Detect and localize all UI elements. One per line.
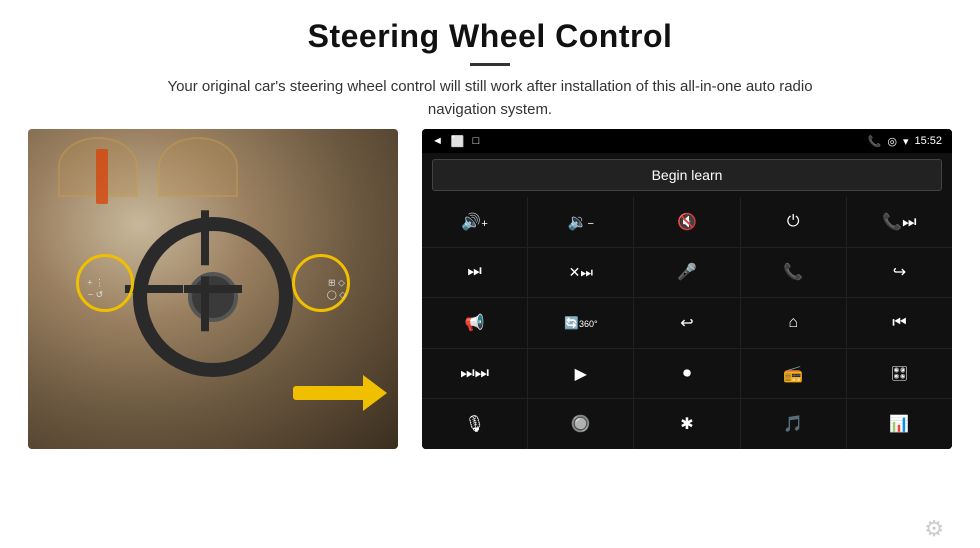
content-area: + ⋮ − ↺ ⊞ ◇ ◯ ◇ ◄ ⬜ □ (0, 129, 980, 548)
begin-learn-button[interactable]: Begin learn (432, 159, 942, 191)
title-divider (470, 63, 510, 66)
hangup-icon: ↪ (893, 262, 906, 282)
power-icon: ⏻ (787, 213, 800, 231)
call-icon: 📞 (783, 262, 803, 282)
home-icon: ⌂ (788, 314, 798, 332)
location-icon: ◎ (887, 135, 897, 148)
ctrl-call[interactable]: 📞 (741, 248, 846, 298)
spectrum-icon: 📊 (889, 414, 909, 434)
ctrl-bluetooth[interactable]: ✱ (634, 399, 739, 449)
settings-gear-icon[interactable]: ⚙ (924, 516, 944, 542)
vol-up-icon: 🔊+ (461, 212, 487, 232)
ctrl-vol-up[interactable]: 🔊+ (422, 197, 527, 247)
next-track-icon: ⏭ (467, 263, 481, 281)
mute-icon: 🔇 (677, 212, 697, 232)
ctrl-mode[interactable]: 🔘 (528, 399, 633, 449)
prev-track-icon: ⏮ (892, 314, 906, 332)
ctrl-hangup[interactable]: ↪ (847, 248, 952, 298)
highlight-left (76, 254, 134, 312)
wheel-hub (188, 272, 238, 322)
header-subtitle: Your original car's steering wheel contr… (140, 76, 840, 121)
back-icon: ↩ (680, 313, 693, 333)
mic-icon: 🎤 (677, 262, 697, 282)
phone-icon: 📞 (868, 135, 882, 148)
ctrl-next-track[interactable]: ⏭ (422, 248, 527, 298)
needle (96, 149, 108, 204)
gauge-right (158, 137, 238, 197)
yellow-arrow (293, 375, 387, 411)
clock: 15:52 (914, 135, 942, 147)
car-photo: + ⋮ − ↺ ⊞ ◇ ◯ ◇ (28, 129, 398, 449)
steering-wheel (133, 217, 293, 377)
ctrl-spectrum[interactable]: 📊 (847, 399, 952, 449)
ctrl-home[interactable]: ⌂ (741, 298, 846, 348)
ctrl-eq[interactable]: 🎛 (847, 349, 952, 399)
ctrl-skip[interactable]: ✕⏭ (528, 248, 633, 298)
music-icon: 🎵 (783, 414, 803, 434)
mode-icon: 🔘 (571, 414, 591, 434)
nav-buttons: ◄ ⬜ □ (432, 135, 479, 148)
mic2-icon: 🎙 (464, 414, 484, 434)
source-icon: ⏺ (683, 365, 691, 383)
skip-icon: ✕⏭ (569, 264, 593, 281)
phone-next-icon: 📞⏭ (882, 212, 916, 232)
head-unit-screen: ◄ ⬜ □ 📞 ◎ ▾ 15:52 Begin learn (422, 129, 952, 449)
ctrl-fast-fwd[interactable]: ⏭⏭ (422, 349, 527, 399)
right-buttons: ⊞ ◇ ◯ ◇ (327, 277, 347, 300)
begin-learn-row: Begin learn (422, 153, 952, 197)
ctrl-phone-next[interactable]: 📞⏭ (847, 197, 952, 247)
status-right: 📞 ◎ ▾ 15:52 (868, 135, 942, 148)
header-section: Steering Wheel Control Your original car… (0, 0, 980, 129)
eq-icon: 🎛 (891, 365, 909, 382)
radio-icon: 📻 (783, 364, 803, 384)
360-icon: 🔄360° (564, 316, 598, 330)
control-grid: 🔊+ 🔉− 🔇 ⏻ 📞⏭ ⏭ (422, 197, 952, 449)
back-nav-icon[interactable]: ◄ (432, 135, 443, 147)
status-bar: ◄ ⬜ □ 📞 ◎ ▾ 15:52 (422, 129, 952, 153)
ctrl-mute[interactable]: 🔇 (634, 197, 739, 247)
ctrl-vol-down[interactable]: 🔉− (528, 197, 633, 247)
vol-down-icon: 🔉− (568, 212, 594, 232)
ctrl-back[interactable]: ↩ (634, 298, 739, 348)
ctrl-prev-track[interactable]: ⏮ (847, 298, 952, 348)
navigate-icon: ▶ (575, 364, 587, 384)
ctrl-radio[interactable]: 📻 (741, 349, 846, 399)
bluetooth-icon: ✱ (680, 414, 693, 434)
recent-nav-icon[interactable]: □ (473, 135, 480, 147)
ctrl-navigate[interactable]: ▶ (528, 349, 633, 399)
ctrl-mic[interactable]: 🎤 (634, 248, 739, 298)
seicane-watermark: Seicane (640, 523, 722, 544)
ctrl-power[interactable]: ⏻ (741, 197, 846, 247)
home-nav-icon[interactable]: ⬜ (451, 135, 465, 148)
ctrl-mic2[interactable]: 🎙 (422, 399, 527, 449)
ctrl-music[interactable]: 🎵 (741, 399, 846, 449)
ctrl-source[interactable]: ⏺ (634, 349, 739, 399)
left-buttons: + ⋮ − ↺ (87, 277, 104, 300)
page: Steering Wheel Control Your original car… (0, 0, 980, 548)
fast-fwd-icon: ⏭⏭ (460, 365, 489, 383)
wifi-icon: ▾ (903, 135, 909, 148)
ctrl-horn[interactable]: 📢 (422, 298, 527, 348)
horn-icon: 📢 (465, 313, 485, 333)
head-unit-wrapper: ◄ ⬜ □ 📞 ◎ ▾ 15:52 Begin learn (410, 129, 952, 548)
ctrl-360[interactable]: 🔄360° (528, 298, 633, 348)
page-title: Steering Wheel Control (40, 18, 940, 55)
